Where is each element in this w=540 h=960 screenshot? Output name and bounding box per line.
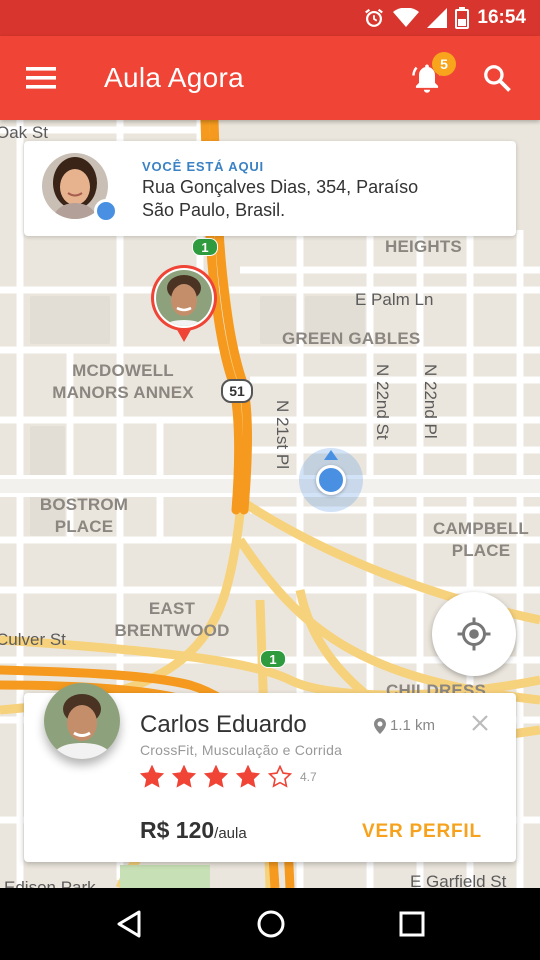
street-label-edison-park: Edison Park	[4, 878, 96, 888]
location-dot-icon	[94, 199, 118, 223]
area-label-bostrom: BOSTROM PLACE	[39, 495, 129, 536]
star-filled-icon	[172, 765, 196, 788]
search-button[interactable]	[462, 36, 532, 120]
search-icon	[484, 65, 511, 92]
signal-icon	[427, 8, 448, 28]
area-label-mcdowell: MCDOWELL MANORS ANNEX	[52, 361, 194, 402]
rating-value: 4.7	[300, 770, 317, 784]
recents-icon[interactable]	[399, 911, 425, 937]
current-location-card[interactable]: VOCÊ ESTÁ AQUI Rua Gonçalves Dias, 354, …	[24, 141, 516, 236]
back-icon[interactable]	[115, 909, 143, 939]
menu-button[interactable]	[0, 36, 82, 120]
trainer-profile-card[interactable]: Carlos Eduardo 1.1 km CrossFit, Musculaç…	[24, 683, 516, 862]
crosshair-icon	[457, 617, 491, 651]
route-shield: 1	[192, 238, 218, 256]
trainer-name: Carlos Eduardo	[140, 711, 307, 738]
current-location-marker	[316, 465, 346, 495]
close-icon	[472, 715, 488, 731]
street-label-22nd-pl: N 22nd Pl	[421, 364, 440, 439]
battery-icon	[455, 7, 470, 29]
trainer-skills: CrossFit, Musculação e Corrida	[140, 742, 343, 758]
hamburger-icon	[26, 67, 56, 89]
area-label-heights: HEIGHTS	[385, 237, 462, 256]
status-bar: 16:54	[0, 0, 540, 36]
star-filled-icon	[204, 765, 228, 788]
trainer-avatar	[44, 683, 120, 759]
location-pin-icon	[374, 717, 386, 734]
area-label-green-gables: GREEN GABLES	[282, 329, 421, 348]
street-label-garfield: E Garfield St	[410, 872, 507, 888]
app-title: Aula Agora	[104, 62, 244, 93]
area-label-east-brentwood: EAST BRENTWOOD	[114, 599, 230, 640]
my-location-button[interactable]	[432, 592, 516, 676]
view-profile-button[interactable]: VER PERFIL	[362, 821, 482, 843]
alarm-icon	[365, 8, 384, 27]
highway-shield: 51	[221, 379, 253, 403]
address-line1: Rua Gonçalves Dias, 354, Paraíso	[142, 177, 419, 197]
heading-arrow-icon	[324, 450, 338, 460]
trainer-distance: 1.1 km	[374, 717, 435, 734]
rating-stars: 4.7	[140, 765, 317, 789]
star-empty-icon	[268, 765, 292, 788]
price-value: R$ 120	[140, 817, 215, 843]
trainer-map-pin[interactable]	[149, 264, 219, 344]
street-label-oak: Oak St	[0, 123, 48, 142]
route-shield: 1	[260, 650, 286, 668]
app-bar: Aula Agora 5	[0, 36, 540, 120]
home-icon[interactable]	[256, 909, 286, 939]
street-label-palm: E Palm Ln	[355, 290, 434, 309]
street-label-21st: N 21st Pl	[273, 400, 292, 469]
trainer-price: R$ 120/aula	[140, 817, 247, 844]
street-label-22nd-st: N 22nd St	[373, 364, 392, 440]
close-card-button[interactable]	[468, 711, 492, 735]
area-label-campbell: CAMPBELL PLACE	[432, 519, 530, 560]
status-time: 16:54	[477, 7, 526, 28]
notification-badge: 5	[432, 52, 456, 76]
notifications-button[interactable]: 5	[392, 36, 462, 120]
system-nav-bar	[0, 888, 540, 960]
wifi-icon	[393, 8, 420, 27]
street-label-culver: Culver St	[0, 630, 66, 649]
star-filled-icon	[140, 765, 164, 788]
price-unit: /aula	[214, 825, 247, 842]
star-filled-icon	[236, 765, 260, 788]
distance-value: 1.1 km	[390, 717, 436, 734]
address-line2: São Paulo, Brasil.	[142, 200, 286, 220]
location-heading: VOCÊ ESTÁ AQUI	[142, 159, 264, 174]
